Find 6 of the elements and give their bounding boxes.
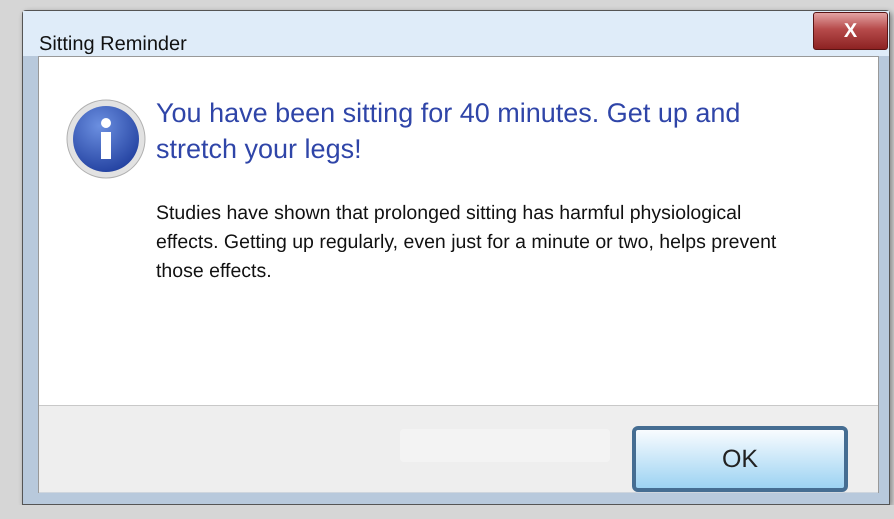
window-title: Sitting Reminder (39, 33, 187, 56)
message-body: Studies have shown that prolonged sitting has harmful physiological effects. Getting up regularly, even just for a minute or two, helps prevent those effects. (156, 201, 778, 284)
info-icon (66, 99, 146, 179)
ok-button[interactable]: OK (632, 426, 848, 492)
close-button[interactable]: X (813, 12, 888, 50)
message-heading: You have been sitting for 40 minutes. Get up and stretch your legs! (156, 97, 742, 166)
